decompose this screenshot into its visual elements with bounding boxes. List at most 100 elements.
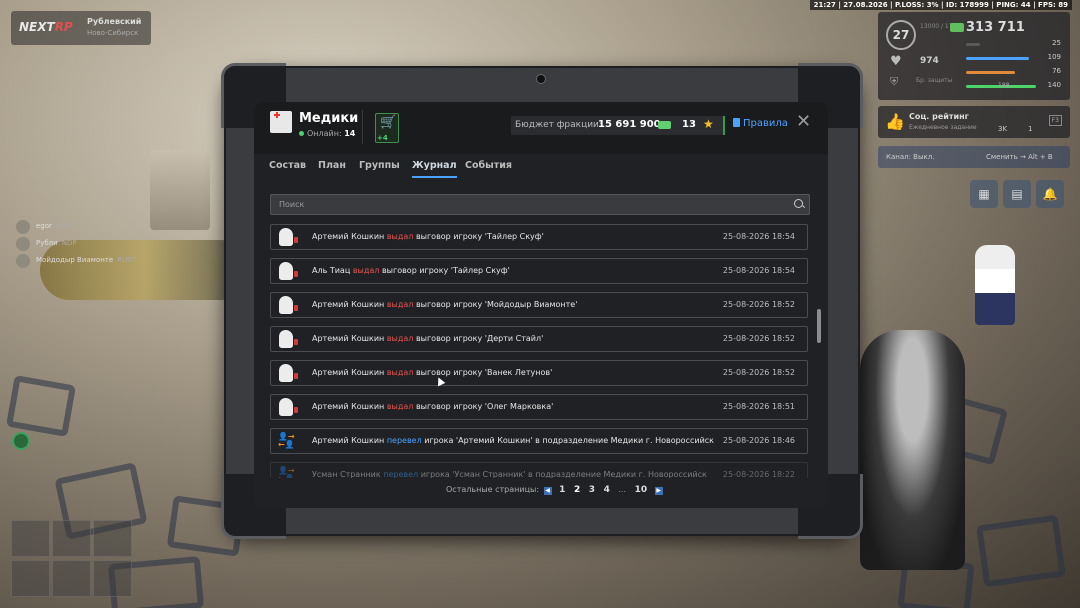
log-details: игрока 'Усман Странник' в подразделение … bbox=[420, 470, 707, 478]
inventory-slot[interactable] bbox=[11, 520, 50, 557]
log-actor: Артемий Кошкин bbox=[312, 334, 385, 343]
avatar bbox=[16, 237, 30, 251]
page-link[interactable]: 10 bbox=[635, 485, 648, 495]
social-rating-title: Соц. рейтинг bbox=[909, 112, 969, 121]
online-status: Онлайн: 14 bbox=[299, 129, 355, 138]
hotkey-badge: F3 bbox=[1048, 115, 1062, 126]
transfer-icon: 👤→←👤 bbox=[278, 466, 295, 479]
player-tag: NDP bbox=[61, 239, 77, 247]
document-icon bbox=[733, 118, 740, 127]
location-name: Рублевский bbox=[87, 17, 142, 26]
faction-budget: Бюджет фракции: 15 691 900 13 ★ bbox=[511, 116, 725, 135]
close-button[interactable]: ✕ bbox=[796, 112, 811, 132]
player-name: egor bbox=[36, 222, 52, 230]
prev-page-button[interactable]: ◀ bbox=[543, 487, 552, 495]
log-action: выдал bbox=[386, 334, 414, 343]
reprimand-icon bbox=[277, 398, 299, 416]
nearby-players-list: egor S-MT Рубли NDP Мойдодыр Виамонте RUST bbox=[16, 220, 136, 271]
search-input[interactable] bbox=[271, 195, 781, 214]
journal-log: Артемий Кошкин выдал выговор игроку 'Тай… bbox=[270, 224, 808, 478]
log-details: выговор игроку 'Дерти Стайл' bbox=[415, 334, 544, 343]
star-icon: ★ bbox=[703, 117, 714, 131]
log-datetime: 25-08-2026 18:54 bbox=[722, 266, 795, 275]
table-row: 👤→←👤 Усман Странник перевел игрока 'Усма… bbox=[270, 462, 808, 478]
table-row: Артемий Кошкин выдал выговор игроку 'Тай… bbox=[270, 224, 808, 250]
reprimand-icon bbox=[277, 364, 299, 382]
page-link-current[interactable]: 2 bbox=[574, 485, 580, 495]
inventory-slot[interactable] bbox=[93, 560, 132, 597]
log-datetime: 25-08-2026 18:52 bbox=[722, 334, 795, 343]
player-stats-panel: 27 13000 / 17000 313 711 25 109 76 140 ♥… bbox=[878, 12, 1070, 100]
list-item: Мойдодыр Виамонте RUST bbox=[16, 254, 136, 271]
player-tag: RUST bbox=[117, 256, 136, 264]
transfer-icon: 👤→←👤 bbox=[278, 432, 295, 449]
table-row: Артемий Кошкин выдал выговор игроку 'Дер… bbox=[270, 326, 808, 352]
cash-icon bbox=[658, 121, 671, 129]
scrollbar-thumb[interactable] bbox=[817, 309, 821, 343]
tab-journal[interactable]: Журнал bbox=[412, 160, 457, 178]
voice-indicator-icon bbox=[12, 432, 30, 450]
tab-events[interactable]: События bbox=[465, 160, 512, 171]
inventory-slot[interactable] bbox=[52, 560, 91, 597]
log-text: Артемий Кошкин выдал выговор игроку 'Дер… bbox=[312, 334, 543, 343]
shop-button[interactable]: 🛒 +4 bbox=[375, 113, 399, 143]
log-actor: Аль Тиац bbox=[312, 266, 351, 275]
log-text: Артемий Кошкин выдал выговор игроку 'Мой… bbox=[312, 300, 577, 309]
budget-value: 15 691 900 bbox=[598, 119, 661, 130]
rules-link[interactable]: Правила bbox=[733, 118, 788, 129]
inventory-slot[interactable] bbox=[52, 520, 91, 557]
channel-switch-hint: Сменить → Alt + B bbox=[986, 153, 1053, 161]
calendar-icon[interactable]: ▦ bbox=[970, 180, 998, 208]
notification-bell-icon[interactable]: 🔔 bbox=[1036, 180, 1064, 208]
pagination-ellipsis: ... bbox=[618, 485, 627, 494]
log-text: Артемий Кошкин перевел игрока 'Артемий К… bbox=[312, 436, 714, 445]
list-item: Рубли NDP bbox=[16, 237, 136, 254]
log-details: выговор игроку 'Ванек Летунов' bbox=[415, 368, 553, 377]
log-details: выговор игроку 'Мойдодыр Виамонте' bbox=[415, 300, 578, 309]
page-link[interactable]: 1 bbox=[559, 485, 565, 495]
log-text: Аль Тиац выдал выговор игроку 'Тайлер Ск… bbox=[312, 266, 510, 275]
search-icon[interactable] bbox=[794, 199, 803, 208]
voice-channel-panel[interactable]: Канал: Выкл. Сменить → Alt + B bbox=[878, 146, 1070, 168]
log-action: выдал bbox=[386, 402, 414, 411]
table-row: 👤→ ←👤 Артемий Кошкин перевел игрока 'Арте… bbox=[270, 428, 808, 454]
page-link[interactable]: 4 bbox=[604, 485, 610, 495]
log-action: выдал bbox=[352, 266, 380, 275]
faction-tablet: Медики Онлайн: 14 🛒 +4 Бюджет фракции: 1… bbox=[221, 63, 863, 539]
stat-bar bbox=[966, 57, 1029, 60]
page-link[interactable]: 3 bbox=[589, 485, 595, 495]
tab-groups[interactable]: Группы bbox=[359, 160, 400, 171]
tab-plan[interactable]: План bbox=[318, 160, 346, 171]
cart-badge: +4 bbox=[377, 134, 388, 142]
list-item: egor S-MT bbox=[16, 220, 136, 237]
heart-icon: ♥ bbox=[890, 54, 902, 69]
player-name: Рубли bbox=[36, 239, 58, 247]
stat-value: 140 bbox=[1047, 81, 1061, 89]
log-details: выговор игроку 'Тайлер Скуф' bbox=[415, 232, 544, 241]
log-actor: Усман Странник bbox=[312, 470, 381, 478]
shield-icon: ⛨ bbox=[890, 75, 899, 88]
budget-label: Бюджет фракции: bbox=[515, 120, 602, 130]
stat-bar bbox=[966, 43, 980, 46]
log-actor: Артемий Кошкин bbox=[312, 300, 385, 309]
next-page-button[interactable]: ▶ bbox=[654, 487, 663, 495]
log-text: Артемий Кошкин выдал выговор игроку 'Ван… bbox=[312, 368, 552, 377]
menu-icon[interactable]: ▤ bbox=[1003, 180, 1031, 208]
tablet-camera bbox=[536, 74, 546, 84]
inventory-slot[interactable] bbox=[11, 560, 50, 597]
tab-roster[interactable]: Состав bbox=[269, 160, 306, 171]
channel-label: Канал: Выкл. bbox=[886, 153, 935, 161]
rules-label: Правила bbox=[743, 118, 788, 129]
npc-character bbox=[975, 245, 1015, 325]
search-bar bbox=[270, 194, 810, 215]
cart-icon: 🛒 bbox=[380, 115, 397, 130]
online-dot-icon bbox=[299, 131, 304, 136]
avatar bbox=[16, 254, 30, 268]
stat-value: 109 bbox=[1047, 53, 1061, 61]
divider bbox=[362, 110, 363, 144]
social-rating-panel[interactable]: 👍 Соц. рейтинг Ежедневное задание 3K 1 F… bbox=[878, 106, 1070, 138]
pagination: Остальные страницы: ◀ 1 2 3 4 ... 10 ▶ bbox=[446, 485, 665, 495]
online-count: 14 bbox=[344, 129, 356, 138]
inventory-slot[interactable] bbox=[93, 520, 132, 557]
log-datetime: 25-08-2026 18:22 bbox=[722, 470, 795, 478]
